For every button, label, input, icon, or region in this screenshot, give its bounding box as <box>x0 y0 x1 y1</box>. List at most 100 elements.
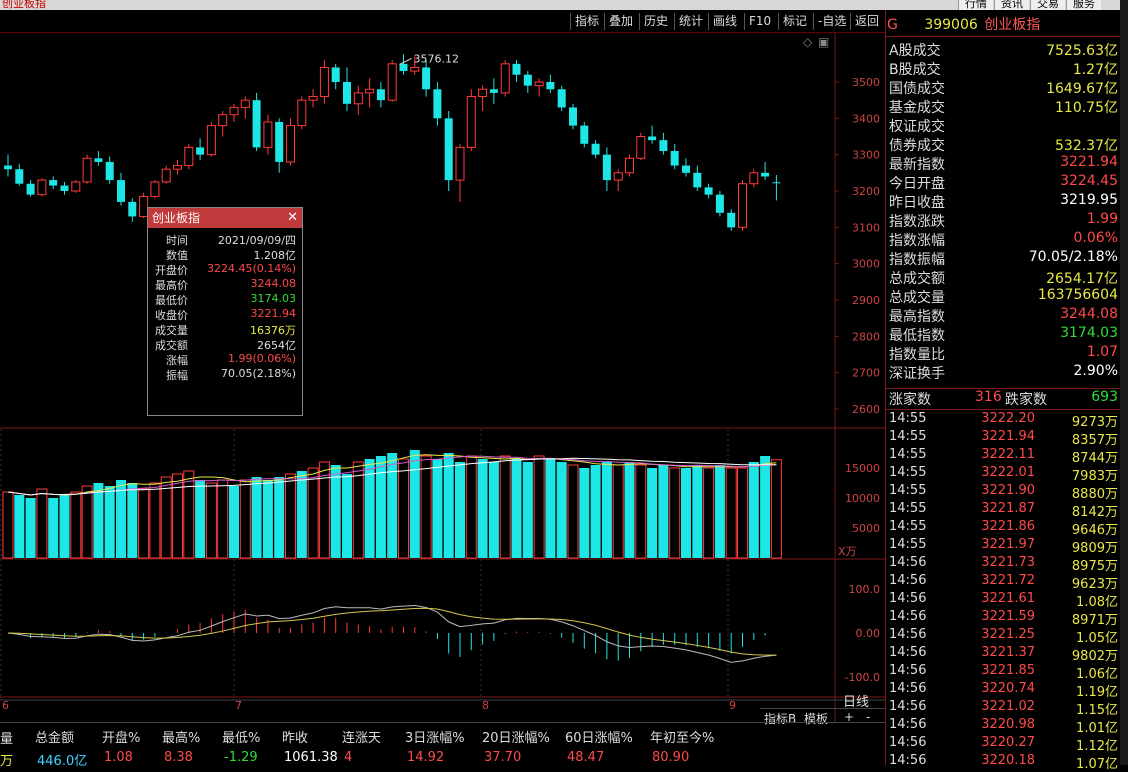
volume-bar[interactable] <box>635 464 647 559</box>
volume-bar[interactable] <box>567 464 579 559</box>
candle-body[interactable] <box>218 114 228 127</box>
candle-body[interactable] <box>184 146 194 167</box>
volume-bar[interactable] <box>93 483 104 558</box>
volume-bar[interactable] <box>443 453 454 558</box>
menu-trade[interactable]: 交易 <box>1030 0 1065 10</box>
candle-body[interactable] <box>466 96 476 148</box>
candle-body[interactable] <box>297 99 307 127</box>
candle-body[interactable] <box>534 81 544 87</box>
candle-body[interactable] <box>26 183 35 195</box>
candle-body[interactable] <box>478 88 488 98</box>
volume-bar[interactable] <box>285 473 296 559</box>
toolbar-indicator[interactable]: 指标 <box>570 13 603 30</box>
candle-body[interactable] <box>455 146 465 181</box>
candle-body[interactable] <box>4 165 12 170</box>
volume-bar[interactable] <box>48 498 59 558</box>
volume-bar[interactable] <box>760 456 771 558</box>
candle-body[interactable] <box>353 92 363 105</box>
candle-body[interactable] <box>71 181 81 192</box>
volume-bar[interactable] <box>25 498 36 558</box>
volume-bar[interactable] <box>14 495 25 558</box>
diamond-icon[interactable]: ◇ <box>803 35 812 49</box>
menu-service[interactable]: 服务 <box>1066 0 1101 10</box>
volume-bar[interactable] <box>669 467 681 559</box>
volume-bar[interactable] <box>296 471 307 558</box>
candle-body[interactable] <box>715 194 724 213</box>
volume-bar[interactable] <box>251 477 262 558</box>
candle-body[interactable] <box>489 89 498 93</box>
menu-news[interactable]: 资讯 <box>994 0 1029 10</box>
candle-body[interactable] <box>749 172 759 185</box>
candle-body[interactable] <box>772 182 781 184</box>
toolbar-f10[interactable]: F10 <box>744 13 775 30</box>
volume-bar[interactable] <box>36 488 48 559</box>
candle-body[interactable] <box>252 100 261 148</box>
volume-bar[interactable] <box>409 450 420 558</box>
candle-body[interactable] <box>105 161 114 181</box>
candle-body[interactable] <box>365 88 375 94</box>
candle-body[interactable] <box>161 168 171 183</box>
candle-body[interactable] <box>37 179 47 196</box>
volume-bar[interactable] <box>342 474 352 558</box>
volume-bar[interactable] <box>104 486 115 558</box>
volume-bar[interactable] <box>725 467 737 559</box>
toolbar-back[interactable]: 返回 <box>850 13 883 30</box>
volume-bar[interactable] <box>533 455 545 559</box>
candle-body[interactable] <box>240 99 250 108</box>
volume-bar[interactable] <box>522 462 533 558</box>
volume-bar[interactable] <box>703 467 715 559</box>
candle-body[interactable] <box>196 147 205 155</box>
volume-bar[interactable] <box>737 467 748 559</box>
candle-body[interactable] <box>433 89 442 119</box>
candle-body[interactable] <box>648 136 657 141</box>
volume-bar[interactable] <box>477 459 488 558</box>
candle-body[interactable] <box>49 180 58 186</box>
candle-body[interactable] <box>410 66 420 72</box>
volume-bar[interactable] <box>127 483 138 558</box>
volume-bar[interactable] <box>70 491 82 559</box>
candle-body[interactable] <box>659 140 668 152</box>
candle-body[interactable] <box>229 106 239 116</box>
volume-bar[interactable] <box>116 480 126 558</box>
volume-bar[interactable] <box>307 467 319 559</box>
volume-bar[interactable] <box>601 462 612 558</box>
volume-bar[interactable] <box>217 479 229 559</box>
candle-body[interactable] <box>557 89 566 108</box>
candle-body[interactable] <box>206 125 216 156</box>
volume-bar[interactable] <box>658 465 669 558</box>
volume-bar[interactable] <box>330 465 341 558</box>
candle-body[interactable] <box>738 183 747 228</box>
candle-body[interactable] <box>682 165 690 173</box>
volume-bar[interactable] <box>205 482 217 559</box>
candle-body[interactable] <box>569 107 577 126</box>
candle-body[interactable] <box>422 67 431 90</box>
candle-body[interactable] <box>512 63 521 75</box>
volume-bar[interactable] <box>681 468 691 558</box>
volume-bar[interactable] <box>545 459 556 558</box>
candle-body[interactable] <box>523 74 532 86</box>
candle-body[interactable] <box>670 151 679 166</box>
volume-bar[interactable] <box>647 468 658 558</box>
candle-body[interactable] <box>602 154 611 181</box>
volume-bar[interactable] <box>2 491 14 559</box>
volume-bar[interactable] <box>748 462 759 558</box>
volume-bar[interactable] <box>624 462 635 558</box>
volume-bar[interactable] <box>590 465 601 558</box>
candle-body[interactable] <box>173 165 182 170</box>
candle-body[interactable] <box>625 157 634 174</box>
volume-bar[interactable] <box>420 455 432 559</box>
candle-body[interactable] <box>636 136 646 159</box>
candle-body[interactable] <box>591 143 600 155</box>
volume-bar[interactable] <box>262 480 273 558</box>
toolbar-draw[interactable]: 画线 <box>708 13 741 30</box>
volume-bar[interactable] <box>692 465 703 558</box>
menu-market[interactable]: 行情 <box>958 0 993 10</box>
toolbar-mark[interactable]: 标记 <box>778 13 811 30</box>
volume-bar[interactable] <box>195 480 206 558</box>
candle-body[interactable] <box>319 66 329 98</box>
candle-body[interactable] <box>117 180 125 202</box>
volume-bar[interactable] <box>81 485 93 559</box>
candle-body[interactable] <box>343 82 351 104</box>
candle-body[interactable] <box>613 172 623 181</box>
candle-body[interactable] <box>60 185 69 191</box>
